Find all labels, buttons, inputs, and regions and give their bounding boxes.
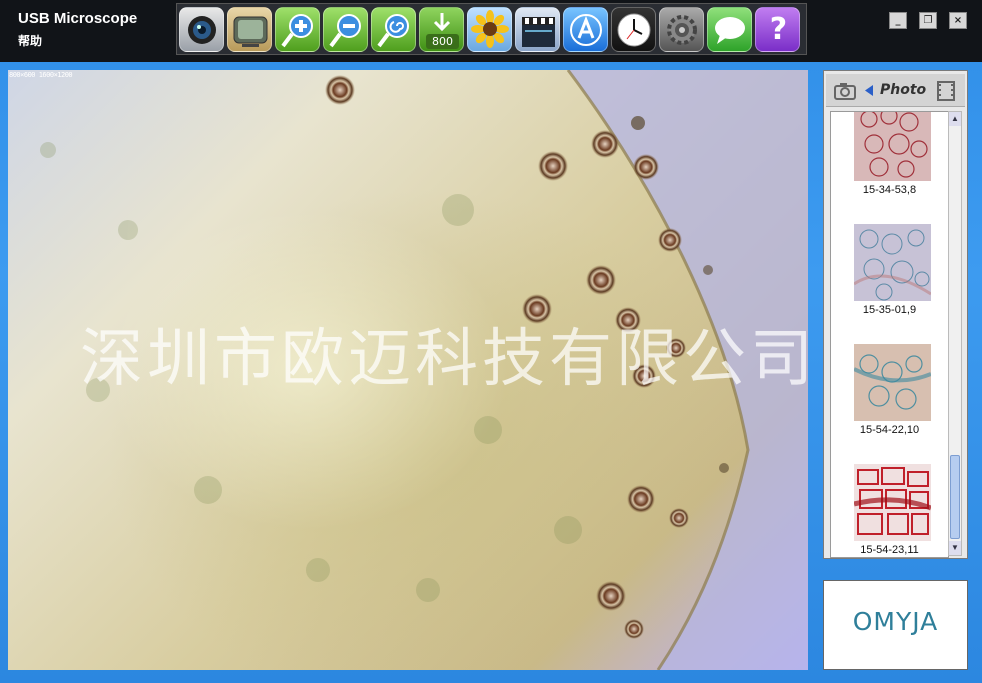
thumbnail-list[interactable]: 15-34-53,8 15-35-01,9 15-54-22,10 15-54-… xyxy=(830,111,949,558)
thumbnail-caption: 15-34-53,8 xyxy=(862,184,917,196)
thumbnail-image xyxy=(854,344,931,421)
question-icon: ? xyxy=(769,12,788,47)
zoom-spiral-icon xyxy=(377,14,409,48)
resolution-button[interactable]: 800 xyxy=(419,7,464,52)
zoom-in-icon xyxy=(281,14,313,48)
scrollbar-thumb[interactable] xyxy=(950,455,960,539)
thumbnail-item[interactable]: 15-34-53,8 xyxy=(831,112,948,214)
restore-button[interactable]: ❐ xyxy=(919,12,937,29)
scroll-up-icon[interactable]: ▲ xyxy=(949,112,961,126)
brand-logo-box: OMYJA xyxy=(823,580,968,670)
thumbnail-item[interactable]: 15-54-22,10 xyxy=(831,344,948,454)
thumbnail-item[interactable]: 15-54-23,11 xyxy=(831,464,948,557)
zoom-out-button[interactable] xyxy=(323,7,368,52)
video-record-button[interactable] xyxy=(515,7,560,52)
zoom-out-icon xyxy=(329,14,361,48)
clapperboard-icon xyxy=(522,17,555,47)
help-menu[interactable]: 帮助 xyxy=(18,32,42,49)
close-button[interactable]: × xyxy=(949,12,967,29)
resolution-info: 800×600 1600×1200 xyxy=(9,71,73,79)
camera-lens-icon xyxy=(188,16,216,44)
title-bar: USB Microscope 帮助 800 ? _ ❐ × xyxy=(0,0,982,62)
thumbnail-image xyxy=(854,464,931,541)
camera-capture-button[interactable] xyxy=(179,7,224,52)
clock-icon xyxy=(617,13,651,47)
thumbnail-image xyxy=(854,112,931,181)
toolbar: 800 ? xyxy=(176,3,807,55)
help-button[interactable]: ? xyxy=(755,7,800,52)
thumbnail-caption: 15-54-23,11 xyxy=(860,544,919,556)
scroll-down-icon[interactable]: ▼ xyxy=(949,541,961,555)
resolution-label: 800 xyxy=(426,34,459,49)
app-store-icon xyxy=(570,14,602,46)
photo-panel-header: Photo xyxy=(826,74,965,107)
photos-button[interactable] xyxy=(467,7,512,52)
sunflower-icon xyxy=(471,10,509,48)
thumbnail-caption: 15-35-01,9 xyxy=(862,304,917,316)
thumbnail-image xyxy=(854,224,931,301)
camera-icon[interactable] xyxy=(834,82,858,100)
thumbnail-scrollbar[interactable]: ▲ ▼ xyxy=(948,111,962,556)
zoom-reset-button[interactable] xyxy=(371,7,416,52)
photo-mode-label: Photo xyxy=(880,82,927,98)
zoom-in-button[interactable] xyxy=(275,7,320,52)
settings-button[interactable] xyxy=(659,7,704,52)
photo-panel: Photo 15-34-53,8 15-35-01,9 15-54-22,10 … xyxy=(823,70,968,559)
brand-logo: OMYJA xyxy=(852,607,939,636)
app-title: USB Microscope xyxy=(18,10,138,27)
thumbnail-caption: 15-54-22,10 xyxy=(859,424,920,436)
speech-bubble-icon xyxy=(715,17,745,44)
minimize-button[interactable]: _ xyxy=(889,12,907,29)
app-store-button[interactable] xyxy=(563,7,608,52)
messages-button[interactable] xyxy=(707,7,752,52)
film-strip-icon[interactable] xyxy=(936,81,956,101)
chevron-left-icon[interactable] xyxy=(864,85,874,97)
tv-icon xyxy=(233,16,268,47)
timer-button[interactable] xyxy=(611,7,656,52)
gear-icon xyxy=(667,15,697,45)
watermark-text: 深圳市欧迈科技有限公司 xyxy=(80,322,808,395)
microscope-view[interactable]: 800×600 1600×1200 深圳市欧迈科技有限公司 xyxy=(8,70,808,670)
video-player-button[interactable] xyxy=(227,7,272,52)
thumbnail-item[interactable]: 15-35-01,9 xyxy=(831,224,948,334)
